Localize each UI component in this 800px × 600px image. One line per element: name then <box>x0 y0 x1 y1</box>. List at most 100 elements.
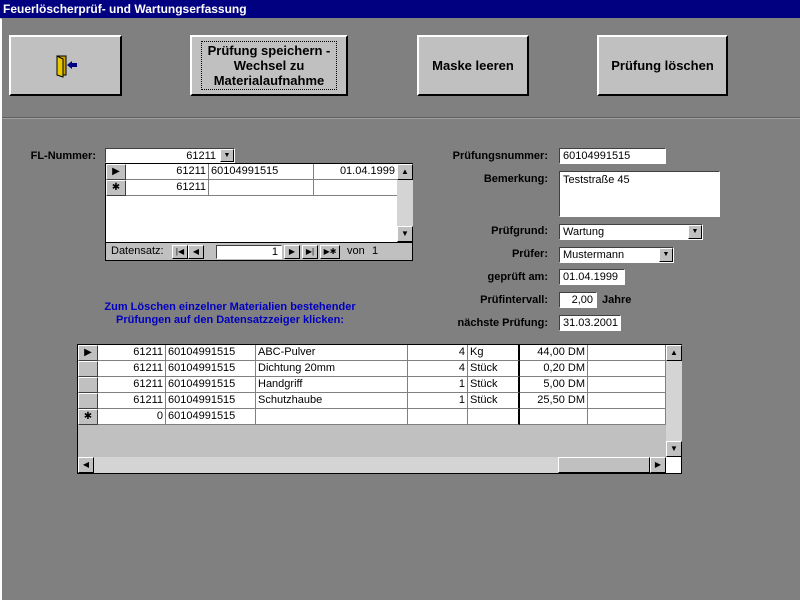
delete-button-label: Prüfung löschen <box>611 58 714 73</box>
material-cell-nummer[interactable]: 60104991515 <box>166 377 256 393</box>
record-selector[interactable] <box>78 393 98 409</box>
scroll-thumb[interactable] <box>558 457 650 473</box>
subform-cell[interactable] <box>209 180 314 196</box>
delete-button[interactable]: Prüfung löschen <box>597 35 728 96</box>
material-cell-nummer[interactable]: 60104991515 <box>166 345 256 361</box>
material-cell-material[interactable]: Handgriff <box>256 377 408 393</box>
scroll-up-icon[interactable]: ▲ <box>397 164 413 180</box>
subform-cell[interactable]: 61211 <box>126 164 209 180</box>
pruefgrund-combo[interactable]: Wartung ▼ <box>559 224 703 240</box>
material-cell-nummer[interactable]: 60104991515 <box>166 361 256 377</box>
material-cell-preis[interactable]: 0,20 DM <box>520 361 588 377</box>
material-cell-fl[interactable]: 0 <box>98 409 166 425</box>
material-cell-nummer[interactable]: 60104991515 <box>166 409 256 425</box>
materials-hscrollbar[interactable]: ◀ ▶ <box>78 457 666 473</box>
first-record-icon[interactable]: |◀ <box>172 245 188 259</box>
fl-nummer-value: 61211 <box>186 150 216 162</box>
inspection-subform: ▶ 61211 60104991515 01.04.1999 ✱ 61211 ▲… <box>105 163 413 243</box>
pruefintervall-field[interactable]: 2,00 <box>559 292 597 308</box>
scroll-down-icon[interactable]: ▼ <box>397 226 413 242</box>
record-selector[interactable] <box>78 377 98 393</box>
material-cell-extra[interactable] <box>588 345 666 361</box>
material-cell-material[interactable]: Schutzhaube <box>256 393 408 409</box>
material-cell-einheit[interactable]: Stück <box>468 377 520 393</box>
pruefgrund-label: Prüfgrund: <box>491 225 548 237</box>
material-cell-einheit[interactable]: Stück <box>468 393 520 409</box>
material-cell-fl[interactable]: 61211 <box>98 345 166 361</box>
save-button[interactable]: Prüfung speichern - Wechsel zu Materiala… <box>190 35 348 96</box>
material-cell-menge[interactable]: 4 <box>408 345 468 361</box>
scroll-right-icon[interactable]: ▶ <box>650 457 666 473</box>
nav-of-label: von <box>347 245 365 257</box>
record-navigator: Datensatz: |◀ ◀ 1 ▶ ▶| ▶✱ von 1 <box>105 243 413 261</box>
material-cell-einheit[interactable] <box>468 409 520 425</box>
material-cell-preis[interactable]: 5,00 DM <box>520 377 588 393</box>
prev-record-icon[interactable]: ◀ <box>188 245 204 259</box>
material-cell-preis[interactable] <box>520 409 588 425</box>
scroll-down-icon[interactable]: ▼ <box>666 441 682 457</box>
clear-button[interactable]: Maske leeren <box>417 35 529 96</box>
last-record-icon[interactable]: ▶| <box>302 245 318 259</box>
fl-nummer-combo[interactable]: 61211 ▼ <box>105 148 235 163</box>
dropdown-arrow-icon[interactable]: ▼ <box>659 248 673 262</box>
material-cell-material[interactable]: ABC-Pulver <box>256 345 408 361</box>
material-cell-extra[interactable] <box>588 393 666 409</box>
material-cell-preis[interactable]: 25,50 DM <box>520 393 588 409</box>
bemerkung-field[interactable]: Teststraße 45 <box>559 171 720 217</box>
material-cell-fl[interactable]: 61211 <box>98 377 166 393</box>
geprueft-am-field[interactable]: 01.04.1999 <box>559 269 625 285</box>
pruefer-value: Mustermann <box>563 249 625 261</box>
pruefungsnummer-label: Prüfungsnummer: <box>452 150 548 162</box>
material-cell-menge[interactable]: 1 <box>408 393 468 409</box>
pruefintervall-label: Prüfintervall: <box>480 294 548 306</box>
next-record-icon[interactable]: ▶ <box>284 245 300 259</box>
material-cell-einheit[interactable]: Kg <box>468 345 520 361</box>
nav-label: Datensatz: <box>111 245 164 257</box>
subform-cell[interactable] <box>314 180 398 196</box>
material-cell-menge[interactable]: 1 <box>408 377 468 393</box>
record-selector-new[interactable]: ✱ <box>78 409 98 425</box>
material-cell-menge[interactable] <box>408 409 468 425</box>
window-title: Feuerlöscherprüf- und Wartungserfassung <box>0 0 800 18</box>
material-cell-extra[interactable] <box>588 377 666 393</box>
record-selector-current[interactable]: ▶ <box>78 345 98 361</box>
record-selector-new[interactable]: ✱ <box>106 180 126 196</box>
naechste-pruefung-field[interactable]: 31.03.2001 <box>559 315 621 331</box>
exit-button[interactable] <box>9 35 122 96</box>
dropdown-arrow-icon[interactable]: ▼ <box>220 149 234 162</box>
info-text: Zum Löschen einzelner Materialien besteh… <box>104 301 356 326</box>
pruefungsnummer-field[interactable]: 60104991515 <box>559 148 666 164</box>
subform-cell[interactable]: 60104991515 <box>209 164 314 180</box>
material-cell-menge[interactable]: 4 <box>408 361 468 377</box>
geprueft-am-label: geprüft am: <box>487 271 549 283</box>
scroll-left-icon[interactable]: ◀ <box>78 457 94 473</box>
material-cell-material[interactable]: Dichtung 20mm <box>256 361 408 377</box>
materials-vscrollbar[interactable]: ▲ ▼ <box>666 345 682 457</box>
fl-nummer-label: FL-Nummer: <box>30 150 96 162</box>
material-cell-nummer[interactable]: 60104991515 <box>166 393 256 409</box>
material-cell-extra[interactable] <box>588 409 666 425</box>
record-selector[interactable] <box>78 361 98 377</box>
record-number-input[interactable]: 1 <box>216 245 282 259</box>
grid-empty-area <box>78 425 666 457</box>
material-cell-fl[interactable]: 61211 <box>98 393 166 409</box>
naechste-pruefung-label: nächste Prüfung: <box>457 317 548 329</box>
material-cell-extra[interactable] <box>588 361 666 377</box>
save-button-label: Prüfung speichern - Wechsel zu Materiala… <box>201 41 337 90</box>
exit-door-icon <box>56 54 77 78</box>
dropdown-arrow-icon[interactable]: ▼ <box>688 225 702 239</box>
material-cell-preis[interactable]: 44,00 DM <box>520 345 588 361</box>
subform-cell[interactable]: 61211 <box>126 180 209 196</box>
pruefer-combo[interactable]: Mustermann ▼ <box>559 247 674 263</box>
subform-cell[interactable]: 01.04.1999 <box>314 164 398 180</box>
material-cell-material[interactable] <box>256 409 408 425</box>
material-cell-fl[interactable]: 61211 <box>98 361 166 377</box>
record-selector-current[interactable]: ▶ <box>106 164 126 180</box>
subform-scrollbar[interactable]: ▲ ▼ <box>397 164 413 242</box>
clear-button-label: Maske leeren <box>432 58 514 73</box>
pruefer-label: Prüfer: <box>511 248 548 260</box>
scroll-up-icon[interactable]: ▲ <box>666 345 682 361</box>
new-record-icon[interactable]: ▶✱ <box>320 245 340 259</box>
pruefgrund-value: Wartung <box>563 226 605 238</box>
material-cell-einheit[interactable]: Stück <box>468 361 520 377</box>
